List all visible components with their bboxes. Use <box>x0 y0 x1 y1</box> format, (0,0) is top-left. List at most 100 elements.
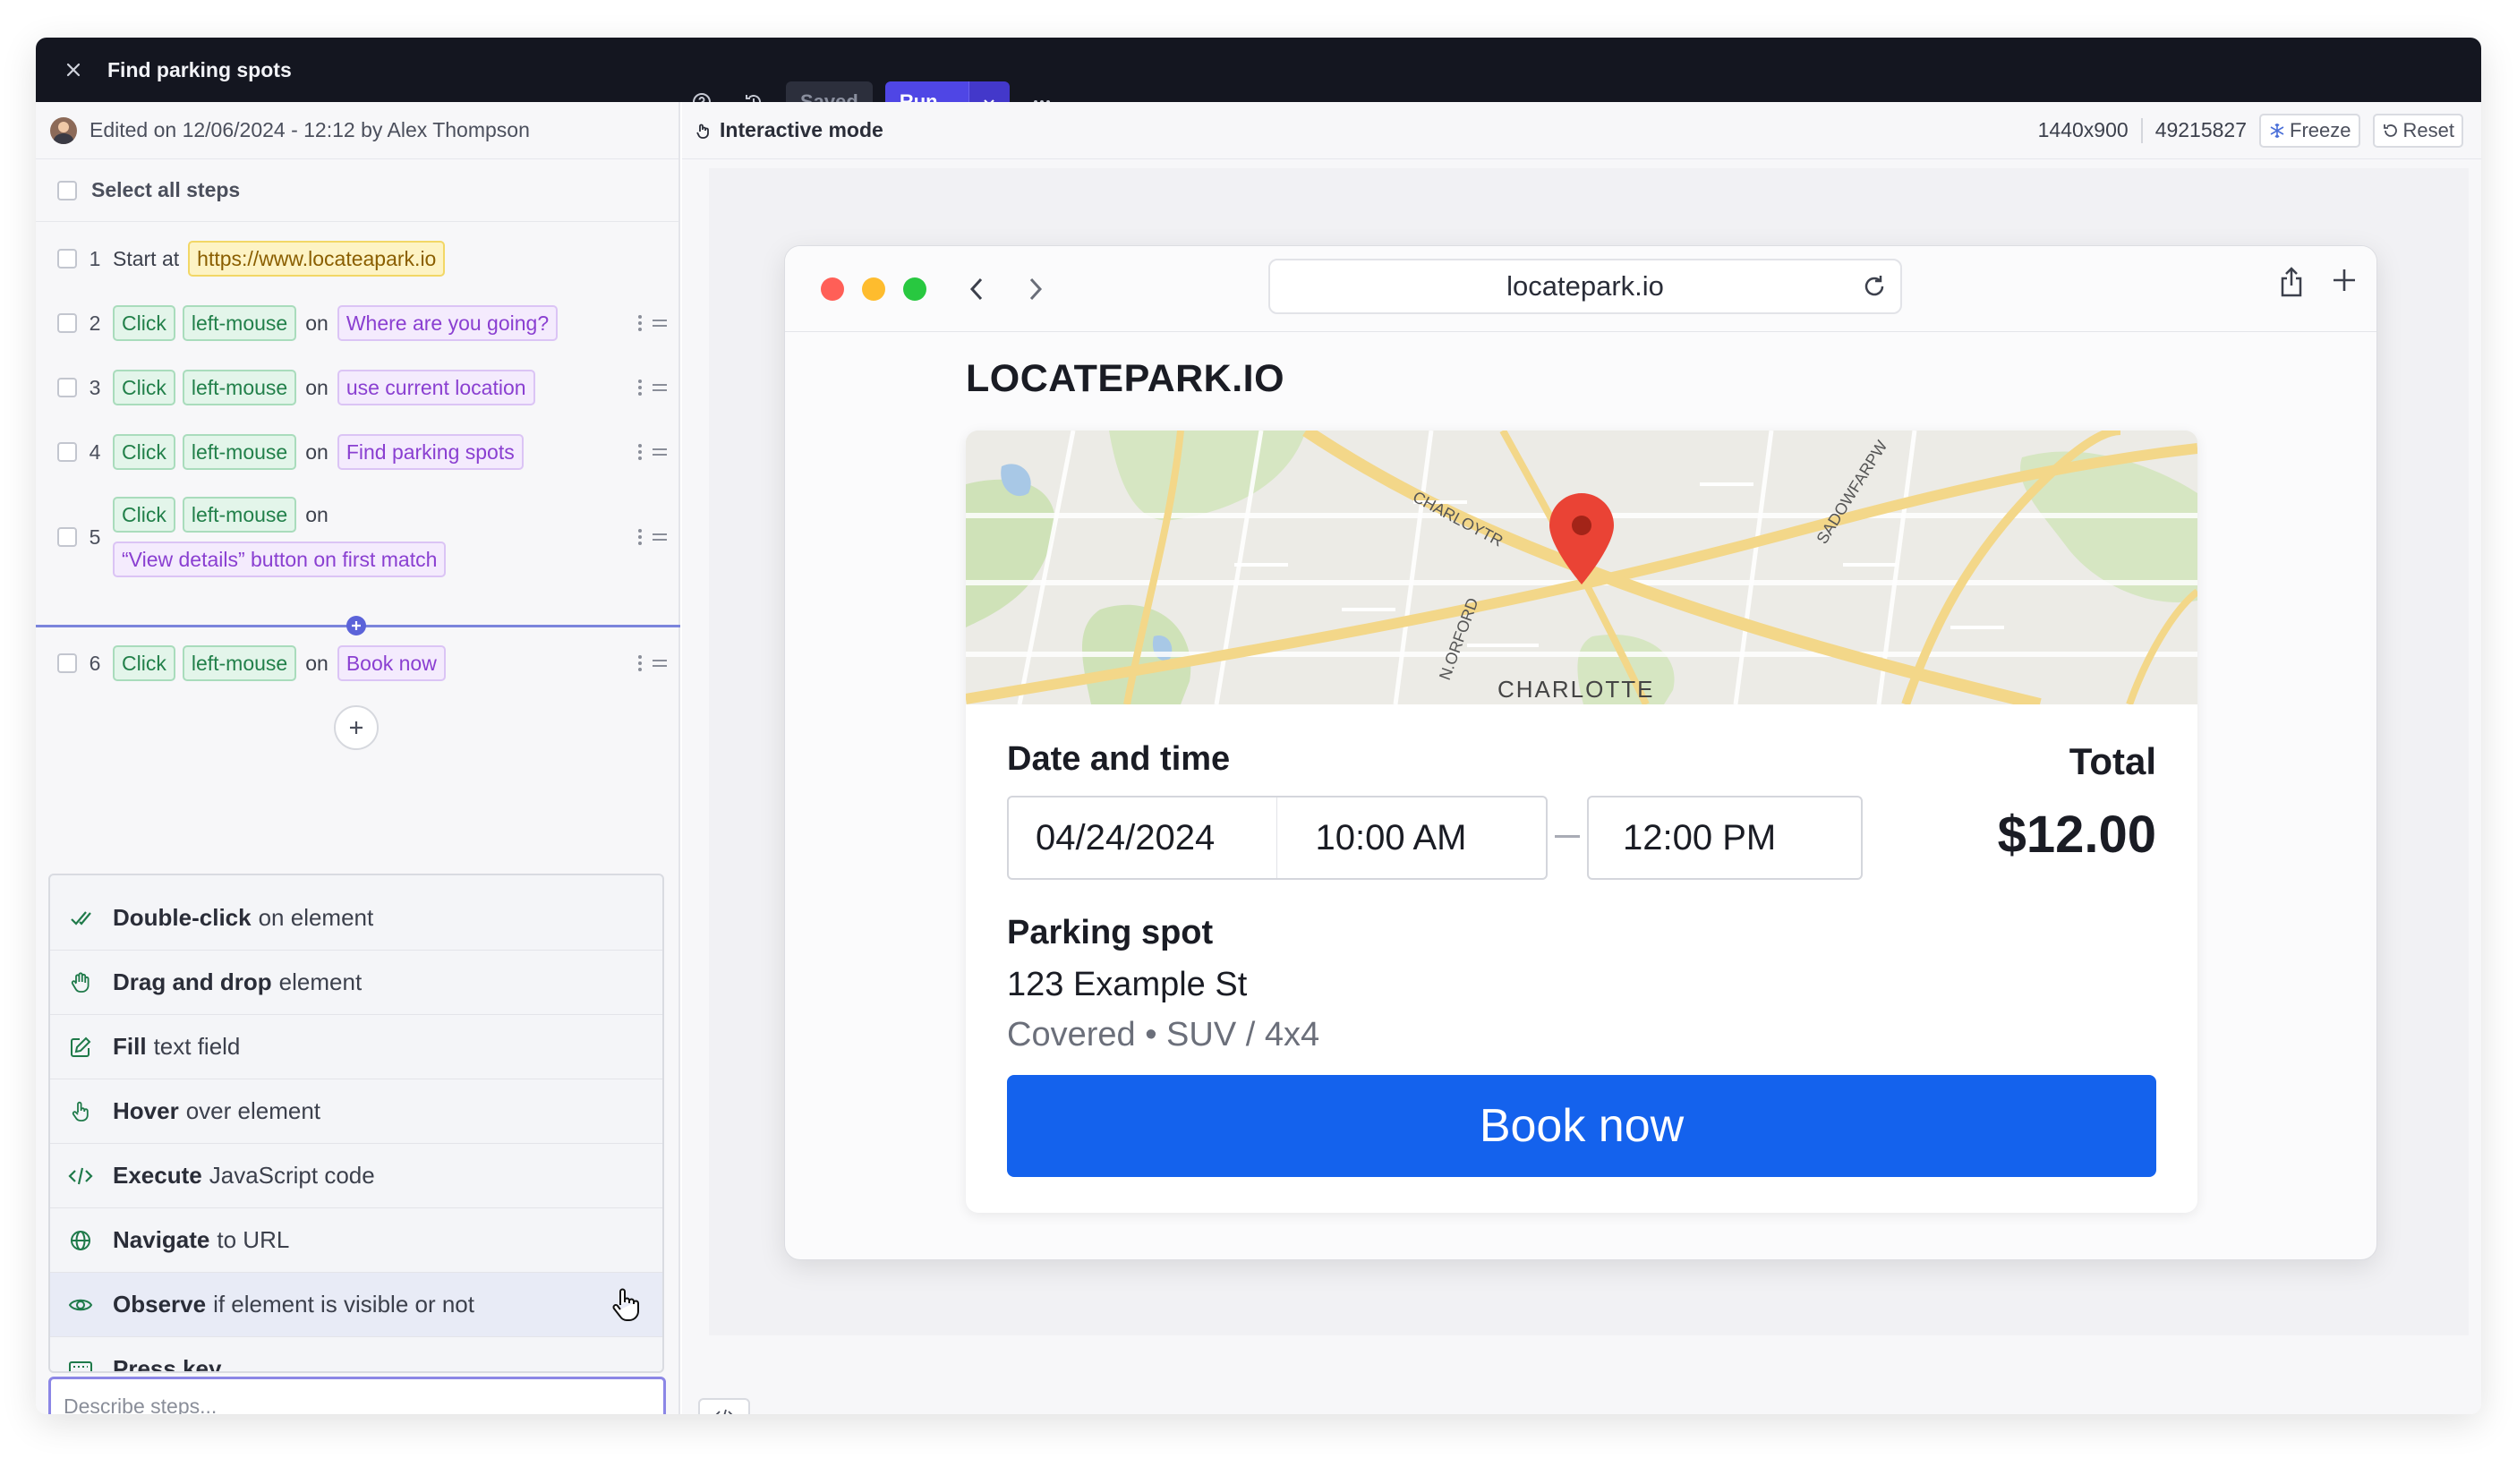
step-row[interactable]: 3 Click left-mouse on use current locati… <box>36 356 680 419</box>
menu-item-press-key[interactable]: Press key <box>50 1337 662 1371</box>
back-arrow-icon[interactable] <box>959 271 994 307</box>
mouse-button-chip[interactable]: left-mouse <box>182 305 297 341</box>
target-chip[interactable]: use current location <box>337 370 535 405</box>
book-now-button[interactable]: Book now <box>1007 1075 2156 1177</box>
step-handle[interactable] <box>637 379 668 397</box>
target-chip[interactable]: Find parking spots <box>337 434 524 470</box>
address-text: locatepark.io <box>1506 270 1664 302</box>
reset-button[interactable]: Reset <box>2372 113 2463 148</box>
preview-header: Interactive mode 1440x900 49215827 Freez… <box>682 102 2481 159</box>
on-label: on <box>305 311 328 335</box>
menu-item-label: Navigate <box>113 1226 210 1253</box>
code-view-button[interactable] <box>698 1398 750 1414</box>
start-time-input[interactable]: 10:00 AM <box>1277 797 1546 878</box>
address-bar[interactable]: locatepark.io <box>1268 259 1902 314</box>
step-number: 5 <box>89 525 101 549</box>
action-chip[interactable]: Click <box>113 645 175 681</box>
step-handle[interactable] <box>637 443 668 461</box>
step-checkbox[interactable] <box>57 653 77 673</box>
menu-item-desc: over element <box>185 1097 321 1124</box>
maximize-dot-icon[interactable] <box>903 277 926 301</box>
mouse-button-chip[interactable]: left-mouse <box>182 434 297 470</box>
step-checkbox[interactable] <box>57 378 77 397</box>
new-tab-icon[interactable] <box>2330 266 2359 298</box>
menu-item-navigate[interactable]: Navigate to URL <box>50 1208 662 1273</box>
action-chip[interactable]: Click <box>113 434 175 470</box>
target-chip[interactable]: Where are you going? <box>337 305 559 341</box>
eye-icon <box>64 1289 97 1321</box>
step-row[interactable]: 6 Click left-mouse on Book now <box>36 632 680 695</box>
interactive-icon <box>695 121 714 141</box>
edited-info: Edited on 12/06/2024 - 12:12 by Alex Tho… <box>36 102 678 159</box>
forward-arrow-icon[interactable] <box>1018 271 1054 307</box>
action-chip[interactable]: Click <box>113 370 175 405</box>
keyboard-icon <box>64 1353 97 1371</box>
edited-text: Edited on 12/06/2024 - 12:12 by Alex Tho… <box>90 118 530 141</box>
minimize-dot-icon[interactable] <box>862 277 885 301</box>
on-label: on <box>305 375 328 399</box>
close-icon[interactable] <box>54 50 93 90</box>
app-window: Find parking spots Saved Run... Edit <box>36 38 2481 1414</box>
step-row[interactable]: 4 Click left-mouse on Find parking spots <box>36 421 680 483</box>
menu-item-double-click[interactable]: Double-click on element <box>50 886 662 951</box>
step-checkbox[interactable] <box>57 313 77 333</box>
share-icon[interactable] <box>2278 266 2305 298</box>
menu-item-label: Observe <box>113 1291 207 1318</box>
pointer-cursor-icon <box>610 1287 641 1323</box>
select-all-checkbox[interactable] <box>57 180 77 200</box>
step-row[interactable]: 2 Click left-mouse on Where are you goin… <box>36 292 680 354</box>
step-handle[interactable] <box>637 654 668 672</box>
parking-meta: Covered • SUV / 4x4 <box>1007 1016 1320 1053</box>
reload-icon[interactable] <box>1861 273 1888 300</box>
action-chip[interactable]: Click <box>113 305 175 341</box>
date-time-title: Date and time <box>1007 740 1231 778</box>
menu-item-fill[interactable]: Fill text field <box>50 1015 662 1079</box>
reset-label: Reset <box>2402 118 2454 141</box>
step-checkbox[interactable] <box>57 249 77 269</box>
on-label: on <box>305 439 328 464</box>
step-handle[interactable] <box>637 528 668 546</box>
select-all-row[interactable]: Select all steps <box>36 159 678 222</box>
site-logo[interactable]: LOCATEPARK.IO <box>966 357 1284 401</box>
action-chip[interactable]: Click <box>113 497 175 533</box>
date-start-field[interactable]: 04/24/2024 10:00 AM <box>1007 796 1548 880</box>
menu-item-observe[interactable]: Observe if element is visible or not <box>50 1273 662 1337</box>
freeze-button[interactable]: Freeze <box>2259 113 2360 148</box>
step-row[interactable]: 1 Start at https://www.locateapark.io <box>36 227 680 290</box>
step-checkbox[interactable] <box>57 442 77 462</box>
mouse-button-chip[interactable]: left-mouse <box>182 645 297 681</box>
target-chip[interactable]: “View details” button on first match <box>113 542 447 577</box>
step-number: 2 <box>89 311 101 335</box>
menu-item-desc: JavaScript code <box>209 1162 375 1189</box>
booking-card: CHARLOYTR N.ORFORD SADOWFARPW CHARLOTTE … <box>966 431 2197 1213</box>
divider <box>2140 117 2143 143</box>
mouse-button-chip[interactable]: left-mouse <box>182 370 297 405</box>
end-time-input[interactable]: 12:00 PM <box>1587 796 1863 880</box>
step-row[interactable]: 5 Click left-mouse on “View details” but… <box>36 485 680 589</box>
total-label: Total <box>2069 740 2156 782</box>
url-chip[interactable]: https://www.locateapark.io <box>188 241 446 277</box>
close-dot-icon[interactable] <box>821 277 844 301</box>
reset-icon <box>2382 122 2400 140</box>
menu-item-desc: element <box>278 968 363 995</box>
target-chip[interactable]: Book now <box>337 645 446 681</box>
range-dash <box>1555 835 1580 838</box>
snowflake-icon <box>2268 122 2286 140</box>
menu-item-label: Double-click <box>113 904 252 931</box>
menu-item-drag-drop[interactable]: Drag and drop element <box>50 951 662 1015</box>
mouse-button-chip[interactable]: left-mouse <box>182 497 297 533</box>
step-checkbox[interactable] <box>57 527 77 547</box>
edit-icon <box>64 1031 97 1063</box>
map[interactable]: CHARLOYTR N.ORFORD SADOWFARPW CHARLOTTE <box>966 431 2197 704</box>
menu-item-execute[interactable]: Execute JavaScript code <box>50 1144 662 1208</box>
menu-item-hover[interactable]: Hover over element <box>50 1079 662 1144</box>
step-handle[interactable] <box>637 314 668 332</box>
browser-window: locatepark.io LOCATEPARK.IO CHARLOYTR N.… <box>784 245 2377 1260</box>
map-label: CHARLOTTE <box>1497 676 1654 703</box>
date-input[interactable]: 04/24/2024 <box>1009 797 1276 878</box>
parking-spot-title: Parking spot <box>1007 914 1214 951</box>
describe-steps-input[interactable]: Describe steps... <box>48 1377 666 1414</box>
start-at-label: Start at <box>113 246 180 270</box>
step-number: 1 <box>89 246 101 270</box>
add-step-button[interactable] <box>334 705 379 750</box>
